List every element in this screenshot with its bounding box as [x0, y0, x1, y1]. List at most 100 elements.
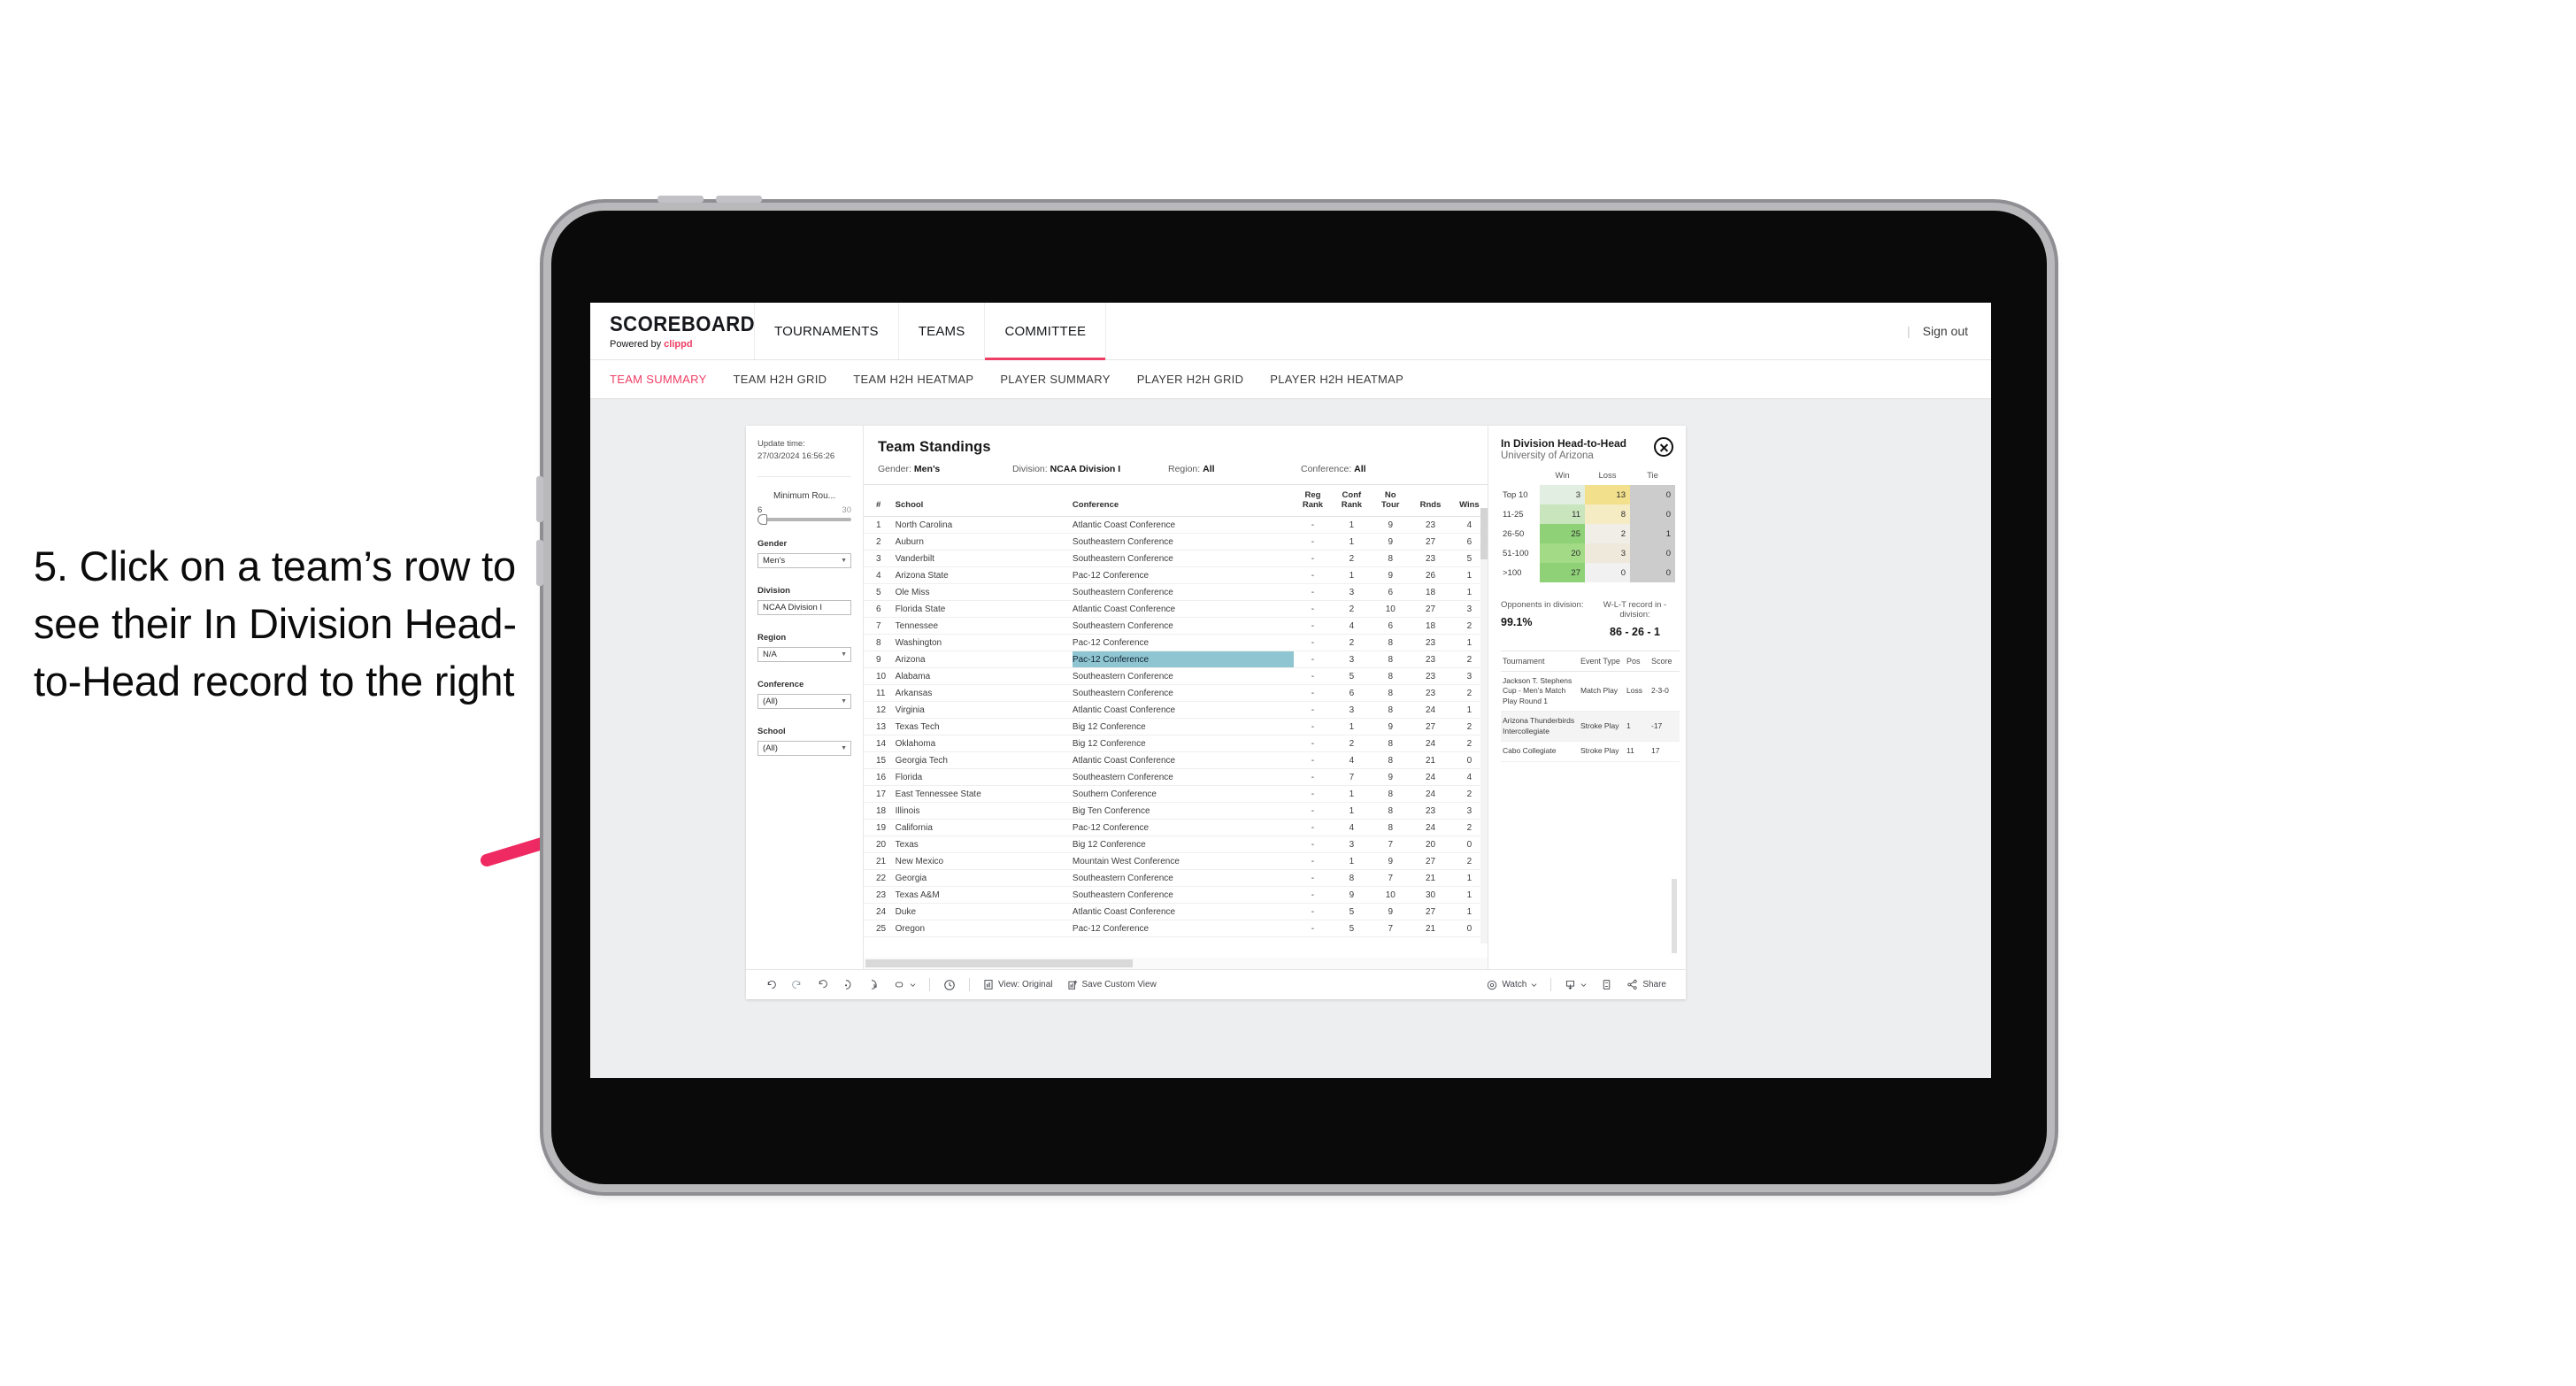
table-row[interactable]: 20 Texas Big 12 Conference -3 7 20 0 [864, 835, 1488, 853]
table-row[interactable]: 7 Tennessee Southeastern Conference -4 6 18 2 [864, 617, 1488, 635]
view-original-button[interactable]: View: Original [976, 979, 1060, 990]
tab-player-summary[interactable]: PLAYER SUMMARY [1000, 373, 1110, 386]
tab-team-h2h-grid[interactable]: TEAM H2H GRID [734, 373, 827, 386]
h2h-panel-title: In Division Head-to-Head [1501, 437, 1627, 450]
refresh-button[interactable] [835, 979, 861, 990]
tab-player-h2h-grid[interactable]: PLAYER H2H GRID [1137, 373, 1244, 386]
table-row[interactable]: 18 Illinois Big Ten Conference -1 8 23 3 [864, 802, 1488, 820]
tab-team-summary[interactable]: TEAM SUMMARY [610, 373, 707, 386]
conference-select[interactable]: (All) ▼ [757, 693, 851, 709]
tournament-row[interactable]: Jackson T. Stephens Cup - Men’s Match Pl… [1501, 671, 1680, 712]
table-row[interactable]: 6 Florida State Atlantic Coast Conference -… [864, 600, 1488, 618]
ipad-frame: SCOREBOARD Powered by clippd TOURNAMENTS… [536, 196, 2047, 1184]
col-conference[interactable]: Conference [1072, 485, 1294, 517]
cell-conference: Big 12 Conference [1072, 735, 1294, 752]
save-view-icon [1067, 979, 1078, 990]
table-row[interactable]: 19 California Pac-12 Conference -4 8 24 2 [864, 819, 1488, 836]
table-row[interactable]: 21 New Mexico Mountain West Conference -1 9 2… [864, 852, 1488, 870]
cell-rank: 5 [864, 583, 896, 601]
col-rnds[interactable]: Rnds [1410, 485, 1451, 517]
cell-conf-rank: 6 [1332, 684, 1372, 702]
cell-tournament-name: Arizona Thunderbirds Intercollegiate [1501, 711, 1579, 743]
horizontal-scrollbar-thumb[interactable] [865, 959, 1133, 967]
tournament-row[interactable]: Arizona Thunderbirds Intercollegiate Stro… [1501, 711, 1680, 743]
undo-button[interactable] [758, 979, 784, 990]
cell-conf-rank: 3 [1332, 651, 1372, 668]
cell-no-tour: 8 [1371, 550, 1411, 567]
brand-logo[interactable]: SCOREBOARD Powered by clippd [590, 303, 755, 359]
sign-out-link[interactable]: Sign out [1923, 324, 1968, 338]
share-button[interactable]: Share [1619, 979, 1673, 990]
cell-school: Auburn [895, 533, 1073, 551]
save-custom-view-button[interactable]: Save Custom View [1060, 979, 1164, 990]
tournament-row[interactable]: Cabo Collegiate Stroke Play 11 17 [1501, 741, 1680, 762]
table-row[interactable]: 15 Georgia Tech Atlantic Coast Conference -… [864, 751, 1488, 769]
division-select-value: NCAA Division I [763, 602, 823, 612]
h2h-matrix-row: >100 27 0 0 [1501, 563, 1675, 582]
col-school[interactable]: School [895, 485, 1073, 517]
cell-reg-rank: - [1293, 751, 1333, 769]
redo-button[interactable] [784, 979, 810, 990]
tab-team-h2h-heatmap[interactable]: TEAM H2H HEATMAP [853, 373, 973, 386]
tab-player-h2h-heatmap[interactable]: PLAYER H2H HEATMAP [1270, 373, 1403, 386]
vertical-scrollbar[interactable] [1480, 508, 1488, 943]
h2h-bucket-label: Top 10 [1501, 485, 1540, 504]
minimum-rounds-slider[interactable] [757, 513, 851, 525]
cell-conference: Atlantic Coast Conference [1072, 751, 1294, 769]
cell-school: Oklahoma [895, 735, 1073, 752]
nav-item-tournaments[interactable]: TOURNAMENTS [755, 303, 899, 359]
top-navigation-bar: SCOREBOARD Powered by clippd TOURNAMENTS… [590, 303, 1991, 360]
horizontal-scrollbar[interactable] [864, 958, 1488, 969]
table-row[interactable]: 3 Vanderbilt Southeastern Conference -2 8 23 5 [864, 550, 1488, 567]
cell-rank: 20 [864, 835, 896, 853]
school-select[interactable]: (All) ▼ [757, 740, 851, 756]
cell-school: Texas Tech [895, 718, 1073, 735]
table-row[interactable]: 12 Virginia Atlantic Coast Conference -3 8 24… [864, 701, 1488, 719]
cell-conf-rank: 2 [1332, 550, 1372, 567]
col-conf-rank[interactable]: Conf Rank [1332, 485, 1372, 517]
fullscreen-button[interactable] [1594, 979, 1619, 990]
table-row[interactable]: 14 Oklahoma Big 12 Conference -2 8 24 2 [864, 735, 1488, 752]
table-row[interactable]: 2 Auburn Southeastern Conference -1 9 27 6 [864, 533, 1488, 551]
cell-conference: Pac-12 Conference [1072, 920, 1294, 937]
table-row[interactable]: 23 Texas A&M Southeastern Conference -9 10 30… [864, 886, 1488, 904]
head-to-head-panel: In Division Head-to-Head University of A… [1488, 426, 1686, 969]
col-reg-rank[interactable]: Reg Rank [1293, 485, 1333, 517]
revert-button[interactable] [810, 979, 835, 990]
pause-button[interactable] [861, 979, 887, 990]
watch-button[interactable]: Watch [1480, 980, 1544, 990]
h2h-matrix-head: Win Loss Tie [1501, 471, 1675, 485]
cell-rnds: 21 [1410, 751, 1451, 769]
cell-conf-rank: 1 [1332, 718, 1372, 735]
close-icon[interactable] [1654, 437, 1673, 457]
table-row[interactable]: 4 Arizona State Pac-12 Conference -1 9 26 1 [864, 566, 1488, 584]
table-row[interactable]: 9 Arizona Pac-12 Conference -3 8 23 2 [864, 651, 1488, 668]
slider-handle[interactable] [757, 513, 767, 525]
table-row[interactable]: 16 Florida Southeastern Conference -7 9 24 4 [864, 768, 1488, 786]
col-no-tour[interactable]: No Tour [1371, 485, 1411, 517]
table-row[interactable]: 25 Oregon Pac-12 Conference -5 7 21 0 [864, 920, 1488, 937]
region-select[interactable]: N/A ▼ [757, 646, 851, 662]
nav-item-committee[interactable]: COMMITTEE [985, 303, 1107, 360]
division-select[interactable]: NCAA Division I [757, 599, 851, 615]
table-row[interactable]: 10 Alabama Southeastern Conference -5 8 23 3 [864, 667, 1488, 685]
table-row[interactable]: 5 Ole Miss Southeastern Conference -3 6 18 1 [864, 583, 1488, 601]
tournament-scrollbar[interactable] [1672, 879, 1677, 953]
shape-button[interactable] [887, 979, 923, 990]
vertical-scrollbar-thumb[interactable] [1480, 508, 1488, 559]
table-row[interactable]: 1 North Carolina Atlantic Coast Conference… [864, 516, 1488, 534]
table-row[interactable]: 8 Washington Pac-12 Conference -2 8 23 1 [864, 634, 1488, 651]
table-row[interactable]: 11 Arkansas Southeastern Conference -6 8 23 2 [864, 684, 1488, 702]
gender-select[interactable]: Men’s ▼ [757, 552, 851, 568]
nav-item-teams[interactable]: TEAMS [899, 303, 986, 359]
col-rank[interactable]: # [864, 485, 896, 517]
table-row[interactable]: 22 Georgia Southeastern Conference -8 7 21 1 [864, 869, 1488, 887]
cell-no-tour: 8 [1371, 684, 1411, 702]
clock-button[interactable] [936, 979, 963, 991]
download-button[interactable] [1557, 979, 1594, 990]
table-row[interactable]: 13 Texas Tech Big 12 Conference -1 9 27 2 [864, 718, 1488, 735]
cell-reg-rank: - [1293, 583, 1333, 601]
table-row[interactable]: 24 Duke Atlantic Coast Conference -5 9 27 1 [864, 903, 1488, 920]
table-row[interactable]: 17 East Tennessee State Southern Conferenc… [864, 785, 1488, 803]
wlt-record-stat: W-L-T record in -division: 86 - 26 - 1 [1595, 600, 1675, 638]
